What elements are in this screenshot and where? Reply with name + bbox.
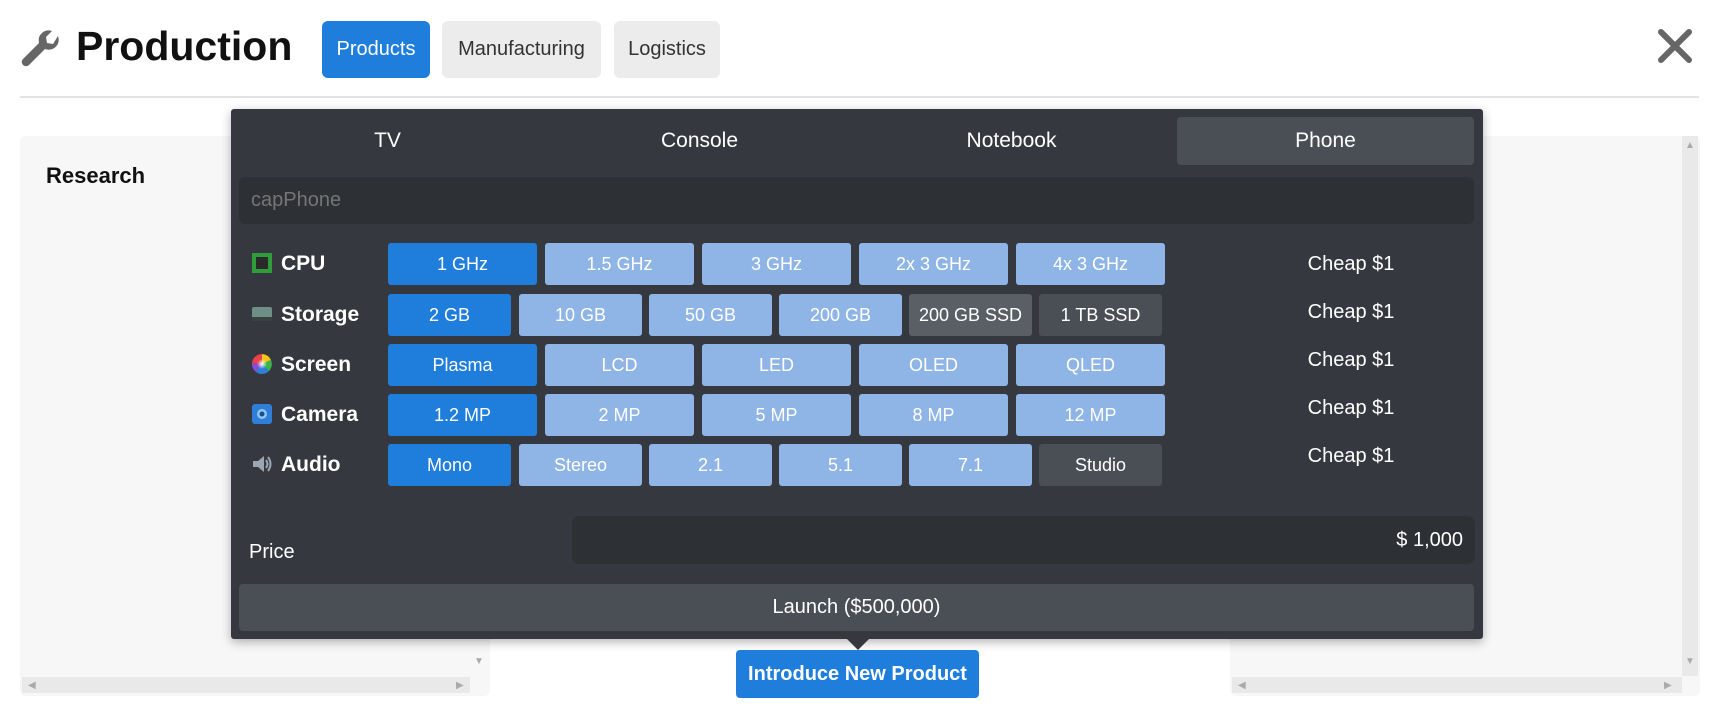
launch-button[interactable]: Launch ($500,000) <box>239 584 1474 631</box>
row-label-text: Screen <box>281 353 352 376</box>
product-config-popup: TV Console Notebook Phone CPU 1 GHz 1.5 … <box>231 109 1483 639</box>
camera-lens-icon <box>252 404 272 424</box>
scroll-left-arrow-icon[interactable]: ◀ <box>28 681 36 691</box>
audio-option[interactable]: Mono <box>388 444 511 486</box>
introduce-new-product-button[interactable]: Introduce New Product <box>736 650 979 698</box>
storage-option[interactable]: 10 GB <box>519 294 642 336</box>
right-vertical-scrollbar[interactable] <box>1682 136 1698 676</box>
scroll-up-arrow-icon[interactable]: ▲ <box>1685 141 1695 151</box>
audio-option[interactable]: 5.1 <box>779 444 902 486</box>
camera-option[interactable]: 12 MP <box>1016 394 1165 436</box>
tab-logistics[interactable]: Logistics <box>614 21 720 78</box>
page-title: Production <box>76 23 293 69</box>
scroll-right-arrow-icon[interactable]: ▶ <box>1664 681 1672 691</box>
screen-option[interactable]: OLED <box>859 344 1008 386</box>
popup-caret <box>847 639 869 650</box>
camera-cost: Cheap $1 <box>1307 397 1395 419</box>
header: Production Products Manufacturing Logist… <box>20 18 1699 78</box>
screen-option[interactable]: QLED <box>1016 344 1165 386</box>
price-input[interactable]: $ 1,000 <box>572 516 1475 564</box>
camera-option[interactable]: 8 MP <box>859 394 1008 436</box>
scroll-down-arrow-icon[interactable]: ▼ <box>1685 657 1695 667</box>
audio-option[interactable]: 2.1 <box>649 444 772 486</box>
color-wheel-icon <box>251 353 272 374</box>
screen-cost: Cheap $1 <box>1307 349 1395 371</box>
research-heading: Research <box>46 163 146 188</box>
audio-option[interactable]: 7.1 <box>909 444 1032 486</box>
storage-option[interactable]: 200 GB SSD <box>909 294 1032 336</box>
audio-option[interactable]: Stereo <box>519 444 642 486</box>
scroll-down-arrow-icon[interactable]: ▼ <box>474 657 484 667</box>
scroll-right-arrow-icon[interactable]: ▶ <box>456 681 464 691</box>
tab-notebook[interactable]: Notebook <box>863 117 1160 165</box>
row-label-cpu: CPU <box>251 243 325 285</box>
cpu-option[interactable]: 1.5 GHz <box>545 243 694 285</box>
wrench-icon <box>21 30 59 67</box>
left-horizontal-scrollbar[interactable] <box>22 677 470 693</box>
storage-option[interactable]: 200 GB <box>779 294 902 336</box>
speaker-icon <box>253 456 272 472</box>
row-label-storage: Storage <box>251 294 359 336</box>
storage-option[interactable]: 1 TB SSD <box>1039 294 1162 336</box>
storage-cost: Cheap $1 <box>1307 301 1395 323</box>
row-label-text: Camera <box>281 403 359 426</box>
cpu-option[interactable]: 1 GHz <box>388 243 537 285</box>
tab-manufacturing[interactable]: Manufacturing <box>442 21 601 78</box>
row-label-text: CPU <box>281 252 326 275</box>
camera-option[interactable]: 5 MP <box>702 394 851 436</box>
audio-option[interactable]: Studio <box>1039 444 1162 486</box>
row-label-audio: Audio <box>251 444 340 486</box>
storage-option[interactable]: 2 GB <box>388 294 511 336</box>
cpu-option[interactable]: 4x 3 GHz <box>1016 243 1165 285</box>
close-icon[interactable] <box>1653 24 1697 68</box>
scroll-left-arrow-icon[interactable]: ◀ <box>1238 681 1246 691</box>
cpu-cost: Cheap $1 <box>1307 253 1395 275</box>
row-label-text: Audio <box>281 453 341 476</box>
product-name-input[interactable] <box>239 177 1474 224</box>
price-label: Price <box>249 541 295 563</box>
row-label-screen: Screen <box>251 344 351 386</box>
header-divider <box>20 96 1699 98</box>
screen-option[interactable]: Plasma <box>388 344 537 386</box>
screen-option[interactable]: LCD <box>545 344 694 386</box>
camera-option[interactable]: 2 MP <box>545 394 694 436</box>
row-label-text: Storage <box>281 303 360 326</box>
cpu-option[interactable]: 3 GHz <box>702 243 851 285</box>
cpu-chip-icon <box>252 253 272 273</box>
tab-console[interactable]: Console <box>551 117 848 165</box>
row-label-camera: Camera <box>251 394 358 436</box>
tab-products[interactable]: Products <box>322 21 430 78</box>
storage-option[interactable]: 50 GB <box>649 294 772 336</box>
right-horizontal-scrollbar[interactable] <box>1232 677 1682 693</box>
cpu-option[interactable]: 2x 3 GHz <box>859 243 1008 285</box>
camera-option[interactable]: 1.2 MP <box>388 394 537 436</box>
tab-tv[interactable]: TV <box>239 117 536 165</box>
screen-option[interactable]: LED <box>702 344 851 386</box>
audio-cost: Cheap $1 <box>1307 445 1395 467</box>
tab-phone[interactable]: Phone <box>1177 117 1474 165</box>
hard-drive-icon <box>252 307 272 321</box>
